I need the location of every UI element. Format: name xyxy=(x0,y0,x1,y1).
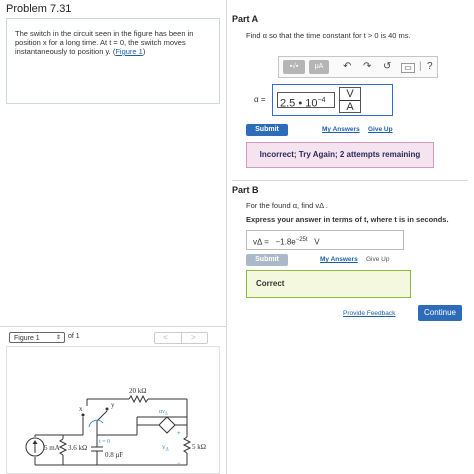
switch-terminal-y xyxy=(105,407,109,411)
resistor-left-label: 3.6 kΩ xyxy=(68,444,87,452)
my-answers-link-b[interactable]: My Answers xyxy=(320,256,358,263)
capacitor-label: 0.8 μF xyxy=(105,451,123,459)
current-source-label: 5 mA xyxy=(44,444,60,452)
unit-denominator: A xyxy=(346,101,354,113)
dependent-source-label: αvΔ xyxy=(159,409,168,416)
redo-icon[interactable]: ↷ xyxy=(363,60,371,74)
give-up-link-a[interactable]: Give Up xyxy=(368,126,393,133)
feedback-incorrect: Incorrect; Try Again; 2 attempts remaini… xyxy=(246,142,434,168)
equation-toolbar: ▪√▪ μA ↶ ↷ ↺ ▭ | ? xyxy=(278,56,438,78)
submit-button-b: Submit xyxy=(246,254,288,266)
templates-button[interactable]: ▪√▪ xyxy=(283,60,305,74)
minus-label: − xyxy=(177,461,181,467)
unit-numerator: V xyxy=(340,88,360,101)
figure-divider xyxy=(0,326,226,327)
description-text: The switch in the circuit seen in the fi… xyxy=(15,29,194,56)
unit-fraction[interactable]: V A xyxy=(339,87,361,113)
answer-display-b: vΔ = −1.8e−25t V xyxy=(246,230,404,250)
part-b-heading: Part B xyxy=(232,185,259,195)
problem-description: The switch in the circuit seen in the fi… xyxy=(6,18,220,104)
pager-separator xyxy=(181,333,182,343)
panel-divider xyxy=(226,0,227,474)
reset-icon[interactable]: ↺ xyxy=(383,60,391,74)
answer-label-vdelta: vΔ = xyxy=(253,237,269,247)
figure-select-value: Figure 1 xyxy=(14,335,40,342)
description-end: ) xyxy=(142,47,146,56)
prev-figure-button[interactable]: < xyxy=(163,333,168,342)
toolbar-separator: | xyxy=(419,61,422,72)
answer-exponent: −4 xyxy=(317,97,326,104)
answer-exponent-b: −25t xyxy=(295,237,308,243)
symbols-button[interactable]: μA xyxy=(309,60,329,74)
figure-panel: 20 kΩ αvΔ x y 5 mA 3.6 kΩ t = 0 0.8 μF v… xyxy=(6,346,220,474)
part-b-question: For the found α, find vΔ . xyxy=(246,201,328,210)
plus-label: + xyxy=(177,431,181,437)
circuit-diagram: 20 kΩ αvΔ x y 5 mA 3.6 kΩ t = 0 0.8 μF v… xyxy=(25,387,206,467)
undo-icon[interactable]: ↶ xyxy=(343,60,351,74)
answer-value-b: −1.8e xyxy=(275,237,296,247)
part-b-instruction: Express your answer in terms of t, where… xyxy=(246,215,449,224)
give-up-label-b: Give Up xyxy=(366,256,390,263)
answer-input-alpha[interactable]: 2.5 • 10−4 V A xyxy=(272,84,393,116)
dependent-source-subscript: Δ xyxy=(165,411,168,416)
figure-count: of 1 xyxy=(68,333,80,340)
figure-link[interactable]: Figure 1 xyxy=(115,47,143,56)
feedback-correct: Correct xyxy=(246,270,411,298)
switch-x-label: x xyxy=(79,405,83,413)
section-divider xyxy=(232,180,468,181)
answer-value: 2.5 • 10 xyxy=(280,97,318,110)
provide-feedback-link[interactable]: Provide Feedback xyxy=(343,310,395,317)
problem-title: Problem 7.31 xyxy=(6,3,72,15)
switch-blade xyxy=(96,410,108,422)
switch-arc xyxy=(88,419,104,428)
answer-unit-b: V xyxy=(314,237,320,247)
figure-nav: Figure 1 ⇕ of 1 < > xyxy=(6,332,220,344)
part-a-heading: Part A xyxy=(232,14,259,24)
keyboard-icon[interactable]: ▭ xyxy=(401,63,415,73)
select-arrows-icon: ⇕ xyxy=(55,335,61,341)
resistor-right-label: 5 kΩ xyxy=(192,443,206,451)
continue-button[interactable]: Continue xyxy=(418,305,462,321)
current-arrow-icon xyxy=(32,440,38,444)
switch-y-label: y xyxy=(111,401,115,409)
v-delta-subscript: Δ xyxy=(166,448,170,453)
answer-label-alpha: α = xyxy=(254,95,266,104)
part-a-question: Find α so that the time constant for t >… xyxy=(246,31,411,40)
switch-time-label: t = 0 xyxy=(99,439,110,445)
answer-value-box[interactable]: 2.5 • 10−4 xyxy=(277,92,335,110)
figure-select[interactable]: Figure 1 ⇕ xyxy=(9,332,65,343)
help-button[interactable]: ? xyxy=(427,60,433,74)
next-figure-button[interactable]: > xyxy=(191,333,196,342)
switch-terminal-x xyxy=(81,413,85,417)
resistor-top-label: 20 kΩ xyxy=(129,387,146,395)
submit-button-a[interactable]: Submit xyxy=(246,124,288,136)
v-delta-label: vΔ xyxy=(162,443,170,453)
my-answers-link-a[interactable]: My Answers xyxy=(322,126,360,133)
figure-pager: < > xyxy=(154,332,208,344)
